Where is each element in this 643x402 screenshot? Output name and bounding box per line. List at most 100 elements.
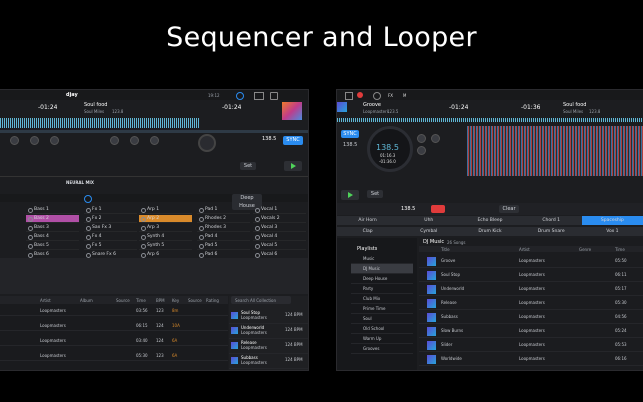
jog-wheel[interactable]: 138.5 01:16.3 -01:36.0 <box>367 126 413 172</box>
pad-button[interactable]: Vocal 4 <box>253 233 306 241</box>
eq-knob[interactable] <box>50 136 59 145</box>
library-icon[interactable] <box>345 92 353 100</box>
sidebar-item[interactable]: Soul <box>351 314 413 324</box>
pad-button[interactable]: Arp 2 <box>139 215 192 223</box>
clear-button[interactable]: Clear <box>499 205 519 213</box>
sidebar-item[interactable]: DJ Music <box>351 264 413 274</box>
table-row[interactable]: Worldwide Loopmasters 06:16 <box>419 352 643 366</box>
sidebar-item[interactable]: Grooves <box>351 344 413 354</box>
fx-icon[interactable]: FX <box>388 93 393 98</box>
table-row[interactable]: Loopmasters 05:30 123 6A <box>0 351 228 361</box>
fx-pad[interactable]: Uhh <box>398 216 461 225</box>
pad-button[interactable]: Vocal 5 <box>253 242 306 250</box>
eq-knob[interactable] <box>417 146 426 155</box>
pad-button[interactable]: Rhodes 2 <box>197 215 250 223</box>
pad-button[interactable]: Bass 2 <box>26 215 79 223</box>
track2-bpm: 123.8 <box>589 109 601 114</box>
sidebar-item[interactable]: Music <box>351 254 413 264</box>
table-row[interactable]: Slider Loopmasters 05:53 <box>419 338 643 352</box>
pad-button[interactable]: Vocal 1 <box>253 206 306 214</box>
fx-pad[interactable]: Clap <box>337 227 400 236</box>
sequencer-icon[interactable] <box>84 195 92 203</box>
pad-button[interactable]: Bass 5 <box>26 242 79 250</box>
pad-button[interactable]: Synth 5 <box>139 242 192 250</box>
pad-label: Vocal 4 <box>261 234 278 239</box>
pad-button[interactable]: Pad 4 <box>197 233 250 241</box>
pad-button[interactable]: Bass 4 <box>26 233 79 241</box>
table-row[interactable]: Loopmasters 03:56 123 8m <box>0 306 228 316</box>
sync-button[interactable]: SYNC <box>283 136 303 145</box>
sidebar-item[interactable]: Prime Time <box>351 304 413 314</box>
list-item[interactable]: Underworld Loopmasters 124 BPM <box>229 325 308 339</box>
eq-knob[interactable] <box>431 134 440 143</box>
eq-knob[interactable] <box>130 136 139 145</box>
sidebar-item[interactable]: Deep House <box>351 274 413 284</box>
pad-button[interactable]: Bass 1 <box>26 206 79 214</box>
pad-label: Arp 3 <box>147 225 160 230</box>
cell-time: 05:53 <box>615 342 627 347</box>
pad-button[interactable]: Fx 1 <box>84 206 137 214</box>
library-icon[interactable] <box>254 92 264 100</box>
sidebar-item[interactable]: Warm Up <box>351 334 413 344</box>
pad-button[interactable]: Fx 5 <box>84 242 137 250</box>
fx-pad[interactable]: Cymbal <box>398 227 461 236</box>
list-item[interactable]: Soul Stop Loopmasters 124 BPM <box>229 310 308 324</box>
fx-pad[interactable]: Air Horn <box>337 216 400 225</box>
sync-icon[interactable] <box>373 92 381 100</box>
sidebar-item[interactable]: Party <box>351 284 413 294</box>
pad-button[interactable]: Vocals 2 <box>253 215 306 223</box>
fx-pad[interactable]: Spaceship <box>581 216 643 225</box>
fx-pad[interactable]: Drum Kick <box>459 227 522 236</box>
table-row[interactable]: Loopmasters 06:15 124 10A <box>0 321 228 331</box>
table-row[interactable]: Slow Burns Loopmasters 05:24 <box>419 324 643 338</box>
sync-button[interactable]: SYNC <box>341 130 359 138</box>
set-button[interactable]: Set <box>367 190 383 198</box>
fx-pad[interactable]: Echo Bleep <box>459 216 522 225</box>
fx-pad[interactable]: Chord 1 <box>520 216 583 225</box>
search-field[interactable]: Search All Collection <box>231 296 291 304</box>
set-button[interactable]: Set <box>240 162 256 170</box>
pad-button[interactable]: Pad 5 <box>197 242 250 250</box>
eq-knob[interactable] <box>30 136 39 145</box>
pad-button[interactable]: Sax Fx 3 <box>84 224 137 232</box>
table-row[interactable]: Soul Stop Loopmasters 06:11 <box>419 268 643 282</box>
pad-button[interactable]: Arp 3 <box>139 224 192 232</box>
pad-button[interactable]: Rhodes 3 <box>197 224 250 232</box>
sidebar-item-label: Old School <box>363 326 385 331</box>
mixer-icon[interactable]: M <box>403 93 406 98</box>
record-icon[interactable] <box>270 92 278 100</box>
sidebar-item[interactable]: Old School <box>351 324 413 334</box>
record-loop-button[interactable] <box>431 205 445 213</box>
table-row[interactable]: Release Loopmasters 05:30 <box>419 296 643 310</box>
table-row[interactable]: Loopmasters 03:40 124 6A <box>0 336 228 346</box>
pad-button[interactable]: Vocal 3 <box>253 224 306 232</box>
fx-pad[interactable]: Vox 1 <box>581 227 643 236</box>
pad-button[interactable]: Synth 4 <box>139 233 192 241</box>
table-row[interactable]: Subbass Loopmasters 04:56 <box>419 310 643 324</box>
table-row[interactable]: Underworld Loopmasters 05:17 <box>419 282 643 296</box>
settings-icon[interactable] <box>236 92 244 100</box>
sidebar-item[interactable]: Club Mix <box>351 294 413 304</box>
jog-wheel[interactable] <box>198 134 216 152</box>
play-button[interactable] <box>341 190 359 200</box>
pad-button[interactable]: Fx 4 <box>84 233 137 241</box>
pad-button[interactable]: Bass 3 <box>26 224 79 232</box>
fx-pad[interactable]: Drum Snare <box>520 227 583 236</box>
eq-knob[interactable] <box>110 136 119 145</box>
record-icon[interactable] <box>357 92 363 98</box>
eq-knob[interactable] <box>417 134 426 143</box>
pad-button[interactable]: Fx 2 <box>84 215 137 223</box>
pad-button[interactable]: Arp 1 <box>139 206 192 214</box>
table-row[interactable]: Groove Loopmasters 05:50 <box>419 254 643 268</box>
list-item[interactable]: Subbass Loopmasters 124 BPM <box>229 355 308 369</box>
eq-knob[interactable] <box>150 136 159 145</box>
pad-label: Sax Fx 3 <box>92 225 112 230</box>
cell-time: 05:30 <box>136 353 148 358</box>
list-item[interactable]: Release Loopmasters 124 BPM <box>229 340 308 354</box>
pad-button[interactable]: Pad 1 <box>197 206 250 214</box>
cell-key: 6A <box>172 353 178 358</box>
pad-indicator-icon <box>28 244 33 249</box>
play-button[interactable] <box>284 161 302 171</box>
eq-knob[interactable] <box>10 136 19 145</box>
cell-title: Worldwide <box>441 356 462 361</box>
